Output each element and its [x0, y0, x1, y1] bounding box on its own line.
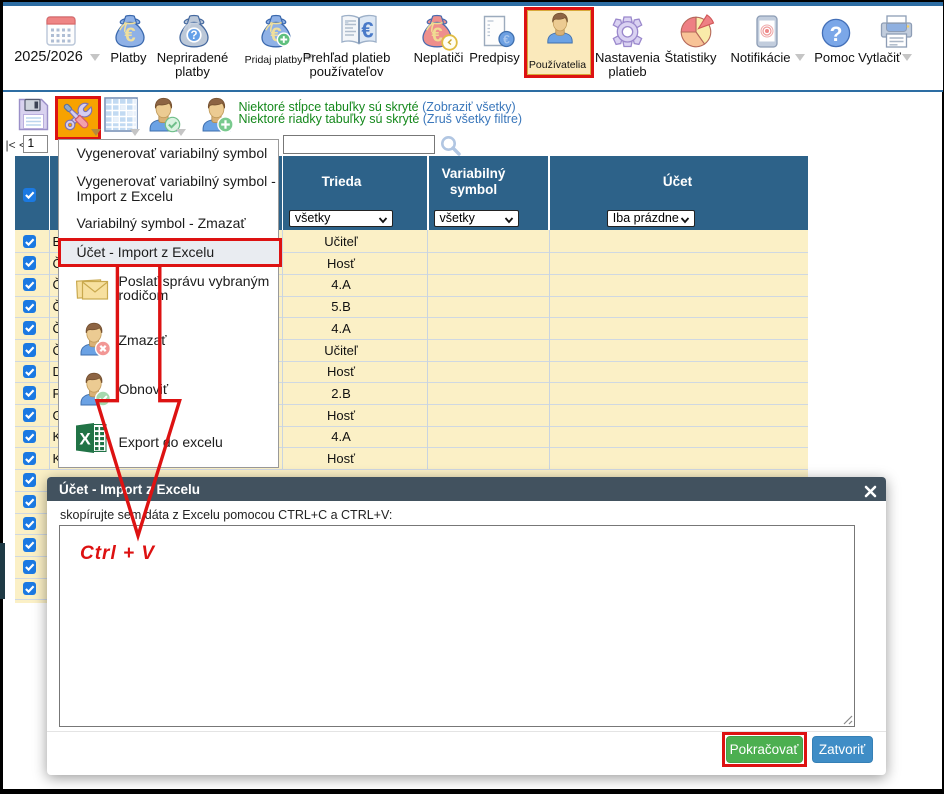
svg-text:?: ?	[190, 30, 197, 42]
svg-text:X: X	[79, 430, 91, 449]
svg-text:?: ?	[829, 23, 842, 46]
svg-text:€: €	[503, 33, 510, 47]
svg-text:€: €	[361, 18, 373, 43]
